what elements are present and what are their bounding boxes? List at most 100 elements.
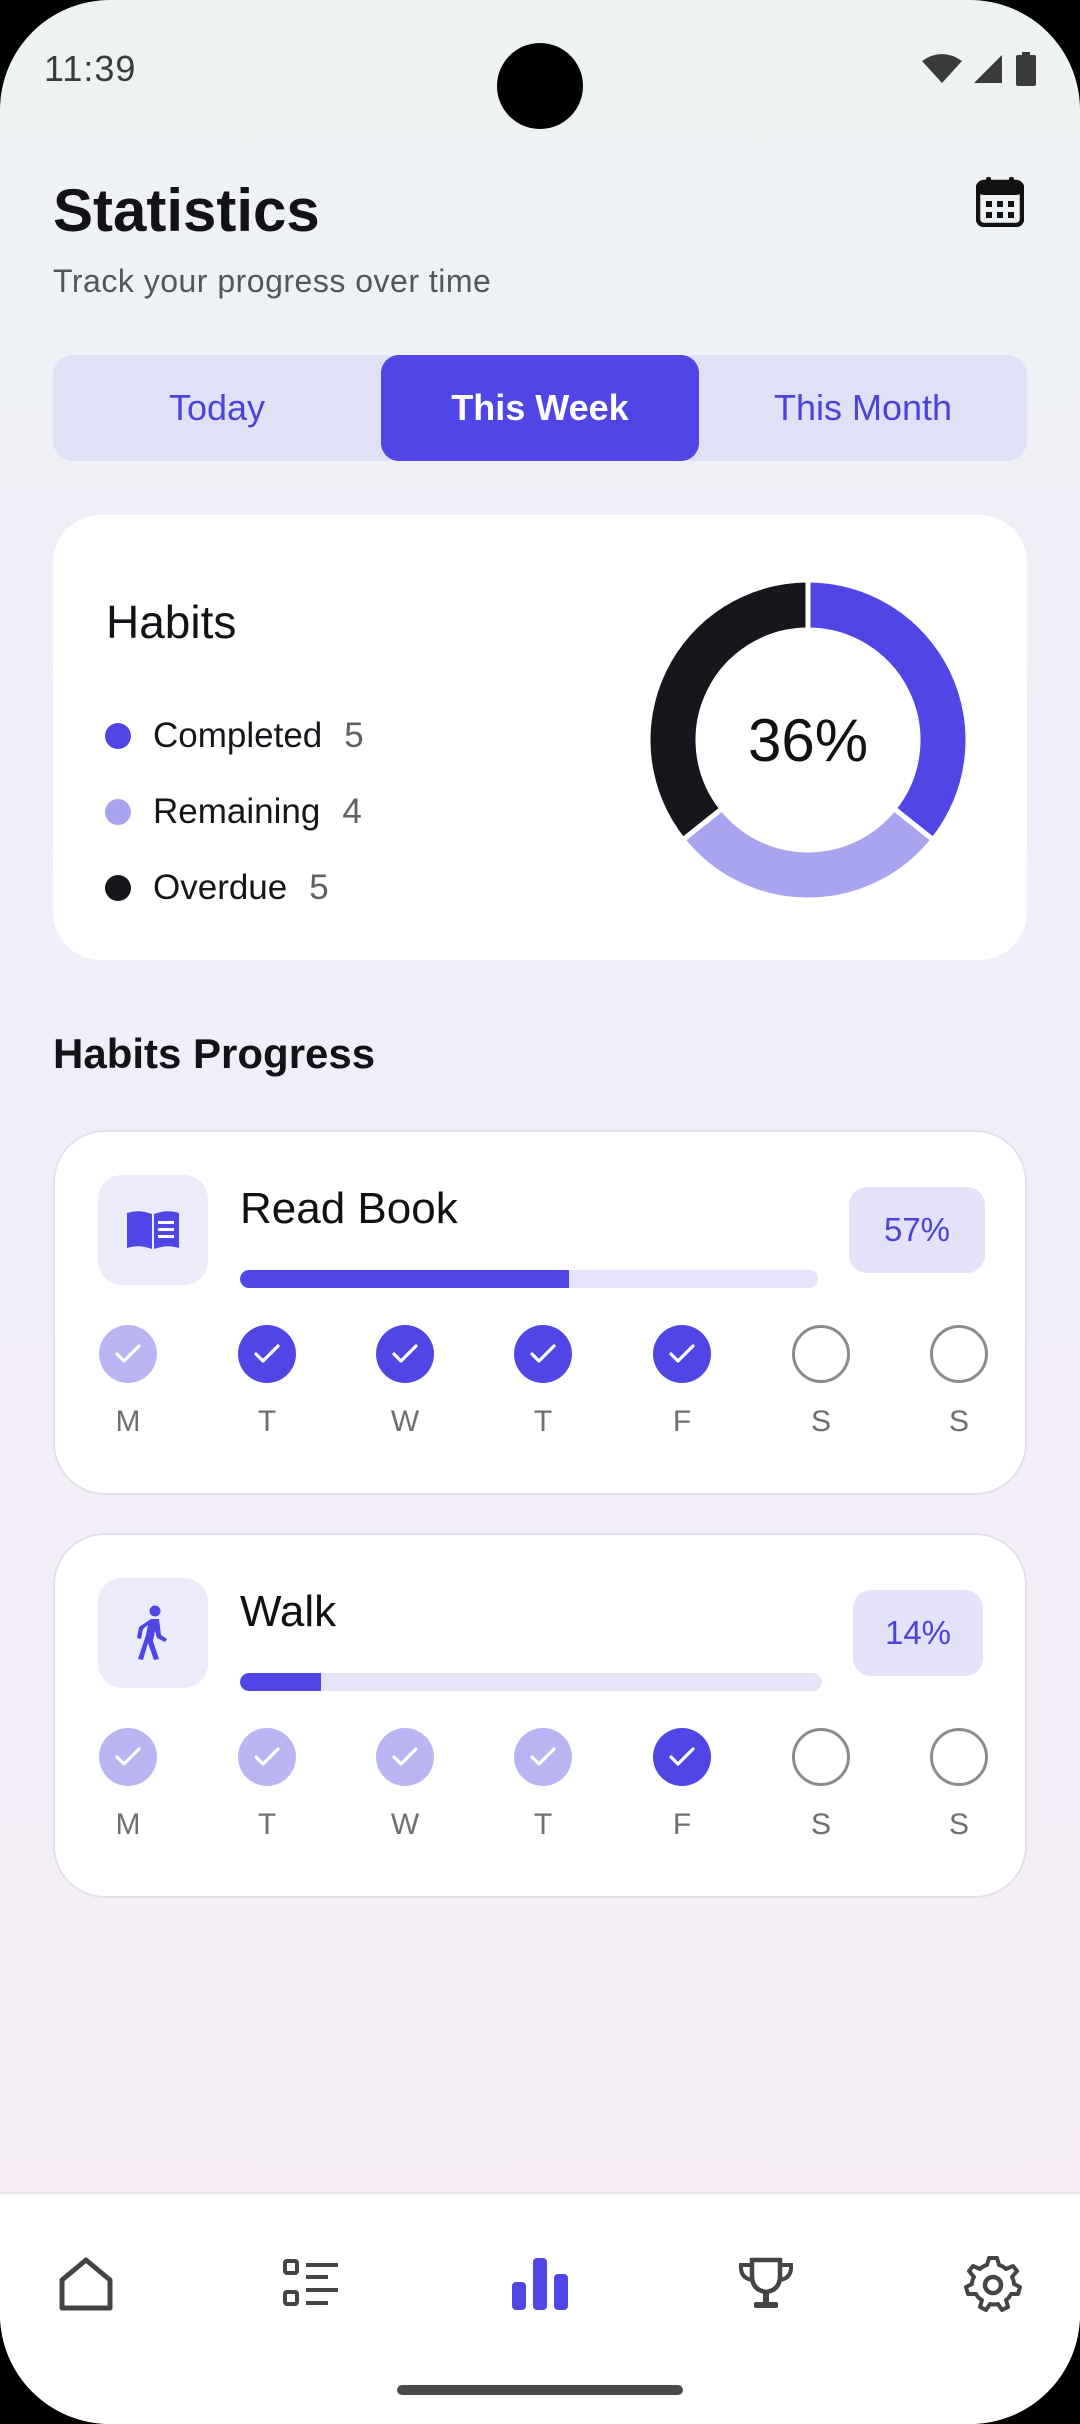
day-label: T (257, 1808, 277, 1841)
section-title-habits-progress: Habits Progress (53, 1030, 376, 1077)
nav-achievements[interactable] (726, 2244, 806, 2324)
check-icon (530, 1344, 556, 1363)
day-label: T (533, 1405, 553, 1438)
day-label: T (533, 1808, 553, 1841)
donut-percent-label: 36% (747, 706, 869, 774)
habit-percent-badge: 57% (849, 1187, 985, 1273)
habit-progress-bar (240, 1673, 822, 1691)
day-item: W (375, 1728, 435, 1842)
check-icon (254, 1344, 280, 1363)
nav-statistics[interactable] (500, 2244, 580, 2324)
day-status-empty[interactable] (792, 1325, 850, 1383)
day-status-done[interactable] (653, 1325, 711, 1383)
day-status-done[interactable] (238, 1325, 296, 1383)
day-item: F (652, 1325, 712, 1439)
bar-chart-icon (512, 2258, 568, 2310)
status-time: 11:39 (44, 48, 137, 89)
page-header: Statistics Track your progress over time (53, 176, 491, 300)
day-status-partial[interactable] (99, 1728, 157, 1786)
legend-label: Remaining (153, 792, 321, 831)
habit-card-walk[interactable]: Walk 14% M T W T F S S (53, 1533, 1027, 1898)
day-status-done[interactable] (653, 1728, 711, 1786)
day-label: T (257, 1405, 277, 1438)
calendar-button[interactable] (970, 172, 1030, 232)
day-label: M (115, 1808, 141, 1841)
habit-progress-fill (240, 1673, 322, 1691)
check-icon (254, 1747, 280, 1766)
tab-this-week[interactable]: This Week (381, 355, 699, 461)
day-item: M (98, 1728, 158, 1842)
day-status-partial[interactable] (238, 1728, 296, 1786)
check-icon (115, 1344, 141, 1363)
signal-icon (974, 55, 1002, 83)
day-item: M (98, 1325, 158, 1439)
tab-this-month[interactable]: This Month (699, 355, 1027, 461)
home-icon (59, 2257, 113, 2311)
day-status-partial[interactable] (99, 1325, 157, 1383)
check-icon (115, 1747, 141, 1766)
status-bar: 11:39 (0, 0, 1080, 140)
day-item: T (237, 1325, 297, 1439)
habit-icon-box (98, 1578, 208, 1688)
habits-summary-card: Habits Completed 5 Remaining 4 Overdue 5… (53, 515, 1027, 960)
check-icon (530, 1747, 556, 1766)
day-item: T (513, 1728, 573, 1842)
habit-name: Walk (240, 1587, 337, 1636)
day-label: M (115, 1405, 141, 1438)
wifi-icon (922, 54, 962, 83)
day-status-partial[interactable] (376, 1728, 434, 1786)
calendar-icon (976, 177, 1024, 227)
legend-value: 5 (309, 868, 329, 907)
tab-today[interactable]: Today (53, 355, 381, 461)
camera-cutout (497, 43, 583, 129)
legend-value: 5 (344, 716, 364, 755)
habit-card-read-book[interactable]: Read Book 57% M T W T F S S (53, 1130, 1027, 1495)
habit-name: Read Book (240, 1184, 458, 1233)
legend-label: Overdue (153, 868, 288, 907)
settings-icon (964, 2256, 1022, 2312)
nav-home[interactable] (46, 2244, 126, 2324)
habits-summary-title: Habits (106, 596, 237, 648)
habit-progress-fill (240, 1270, 570, 1288)
walk-icon (137, 1605, 167, 1660)
list-icon (283, 2259, 338, 2306)
legend-label: Completed (153, 716, 323, 755)
nav-habits-list[interactable] (272, 2244, 352, 2324)
day-item: S (791, 1728, 851, 1842)
nav-settings[interactable] (952, 2244, 1032, 2324)
check-icon (392, 1344, 418, 1363)
habit-percent-badge: 14% (853, 1590, 983, 1676)
legend-dot-completed (105, 723, 131, 749)
day-label: S (948, 1808, 969, 1841)
day-status-done[interactable] (514, 1325, 572, 1383)
day-status-empty[interactable] (792, 1728, 850, 1786)
legend-dot-remaining (105, 799, 131, 825)
day-label: S (810, 1808, 831, 1841)
legend-dot-overdue (105, 875, 131, 901)
check-icon (669, 1344, 695, 1363)
day-status-partial[interactable] (514, 1728, 572, 1786)
habit-progress-bar (240, 1270, 818, 1288)
day-status-empty[interactable] (930, 1325, 988, 1383)
legend-overdue: Overdue 5 (105, 850, 364, 926)
legend-value: 4 (342, 792, 362, 831)
battery-icon (1016, 52, 1036, 86)
home-indicator (397, 2385, 683, 2395)
day-status-empty[interactable] (930, 1728, 988, 1786)
day-item: T (513, 1325, 573, 1439)
day-label: W (390, 1405, 420, 1438)
book-icon (127, 1211, 179, 1249)
legend-remaining: Remaining 4 (105, 774, 364, 850)
period-tabs: Today This Week This Month (53, 355, 1027, 461)
day-item: T (237, 1728, 297, 1842)
habit-week-days: MTWTFSS (55, 1325, 1029, 1465)
day-label: W (390, 1808, 420, 1841)
day-label: F (672, 1405, 692, 1438)
trophy-icon (738, 2257, 794, 2308)
app-screen: 11:39 Statistics Track your progress ove… (0, 0, 1080, 2424)
page-subtitle: Track your progress over time (53, 263, 492, 299)
habits-legend: Completed 5 Remaining 4 Overdue 5 (105, 698, 364, 926)
check-icon (392, 1747, 418, 1766)
day-label: F (672, 1808, 692, 1841)
day-status-done[interactable] (376, 1325, 434, 1383)
